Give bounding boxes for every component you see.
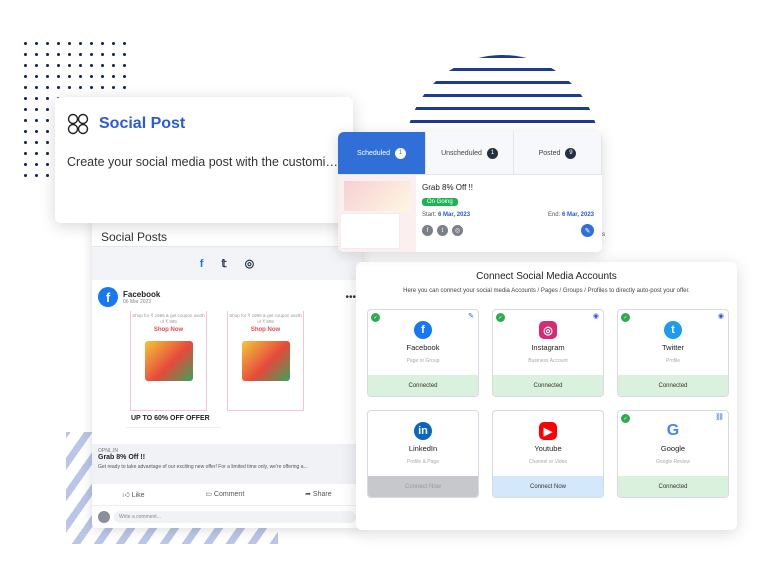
- account-card-google[interactable]: ✓ ⛓ G Google Google Review Connected: [617, 410, 729, 498]
- account-card-facebook[interactable]: ✓ ✎ f Facebook Page or Group Connected: [367, 309, 479, 397]
- post-date: 06 Mar 2023: [123, 298, 152, 305]
- connect-now-button[interactable]: Connect Now: [493, 476, 603, 497]
- social-post-card: Social Post Create your social media pos…: [55, 97, 353, 223]
- tab-count-badge: 9: [565, 147, 577, 159]
- link-preview[interactable]: OPNL.IN Grab 8% Off !! Get ready to take…: [92, 444, 362, 484]
- post-title: Grab 8% Off !!: [422, 183, 473, 192]
- account-card-linkedin[interactable]: in LinkedIn Profile & Page Connect Now: [367, 410, 479, 498]
- link-icon[interactable]: ⛓: [715, 413, 724, 421]
- facebook-icon: f: [98, 287, 118, 307]
- eye-icon[interactable]: ◉: [718, 312, 724, 320]
- end-date: End: 6 Mar, 2023: [547, 212, 594, 218]
- card-title: Social Post: [99, 115, 186, 132]
- tab-posted[interactable]: Posted 9: [514, 132, 602, 174]
- network-tabs: f 𝕥 ◎: [92, 246, 362, 280]
- tab-label: Posted: [538, 149, 561, 157]
- avatar: [98, 511, 110, 523]
- start-date: Start: 6 Mar, 2023: [422, 212, 471, 218]
- google-icon: G: [664, 422, 682, 440]
- social-network-icon: [67, 113, 89, 135]
- scheduled-posts-card: Scheduled 1 Unscheduled 1 Posted 9 Grab …: [338, 132, 602, 252]
- facebook-icon: f: [414, 321, 432, 339]
- page-name: Facebook: [123, 289, 161, 299]
- tab-count-badge: 1: [395, 147, 407, 159]
- comment-icon: ▭: [205, 491, 212, 498]
- instagram-icon[interactable]: ◎: [245, 257, 255, 270]
- instagram-icon: ◎: [539, 321, 557, 339]
- tab-count-badge: 1: [486, 147, 498, 159]
- instagram-icon: ◎: [452, 225, 463, 236]
- facebook-icon: f: [422, 225, 433, 236]
- account-card-youtube[interactable]: ▶ Youtube Channel or Video Connect Now: [492, 410, 604, 498]
- check-icon: ✓: [621, 414, 630, 423]
- connection-status: Connected: [618, 476, 728, 497]
- youtube-icon: ▶: [539, 422, 557, 440]
- comment-input[interactable]: Write a comment...: [114, 511, 356, 523]
- connection-status: Connected: [368, 375, 478, 396]
- panel-title: Connect Social Media Accounts: [476, 271, 617, 282]
- product-image: [241, 341, 290, 381]
- offer-tile: Shop for ₹ 1999 & get coupon worth of ₹ …: [227, 311, 304, 411]
- twitter-icon: t: [664, 321, 682, 339]
- product-image: [144, 341, 193, 381]
- connect-accounts-panel: Connect Social Media Accounts Here you c…: [356, 262, 737, 530]
- card-description: Create your social media post with the c…: [67, 155, 341, 169]
- peek-text: s: [602, 232, 605, 238]
- connection-status: Connected: [493, 375, 603, 396]
- post-creative: Shop for ₹ 1999 & get coupon worth of ₹ …: [126, 311, 350, 436]
- offer-banner: UP TO 60% OFF OFFER: [131, 415, 210, 422]
- connection-status: Connected: [618, 375, 728, 396]
- tab-label: Scheduled: [356, 149, 391, 157]
- linkedin-icon: in: [414, 422, 432, 440]
- connect-now-button[interactable]: Connect Now: [368, 476, 478, 497]
- panel-subtitle: Here you can connect your social media A…: [403, 288, 690, 294]
- share-icon: ➦: [305, 491, 311, 498]
- tab-scheduled[interactable]: Scheduled 1: [338, 132, 426, 174]
- share-button[interactable]: ➦ Share: [305, 490, 332, 499]
- tab-label: Unscheduled: [441, 149, 482, 157]
- edit-button[interactable]: ✎: [581, 224, 594, 237]
- status-badge: On Going: [422, 198, 458, 206]
- eye-icon[interactable]: ◉: [593, 312, 599, 320]
- pencil-icon[interactable]: ✎: [468, 312, 474, 320]
- facebook-icon[interactable]: f: [200, 258, 204, 270]
- thumbs-up-icon: 👍︎: [122, 492, 130, 499]
- check-icon: ✓: [621, 313, 630, 322]
- offer-tile: Shop for ₹ 1999 & get coupon worth of ₹ …: [130, 311, 207, 411]
- twitter-icon[interactable]: 𝕥: [221, 257, 226, 270]
- check-icon: ✓: [496, 313, 505, 322]
- check-icon: ✓: [371, 313, 380, 322]
- account-card-instagram[interactable]: ✓ ◉ ◎ Instagram Business Account Connect…: [492, 309, 604, 397]
- account-card-twitter[interactable]: ✓ ◉ t Twitter Profile Connected: [617, 309, 729, 397]
- comment-button[interactable]: ▭ Comment: [205, 490, 244, 499]
- twitter-icon: t: [437, 225, 448, 236]
- like-button[interactable]: 👍︎ Like: [122, 490, 144, 499]
- tab-unscheduled[interactable]: Unscheduled 1: [426, 132, 514, 174]
- post-thumbnail[interactable]: [338, 175, 416, 252]
- more-options-icon[interactable]: •••: [345, 292, 356, 303]
- social-posts-panel: Social Posts f 𝕥 ◎ f Facebook 06 Mar 202…: [92, 218, 362, 528]
